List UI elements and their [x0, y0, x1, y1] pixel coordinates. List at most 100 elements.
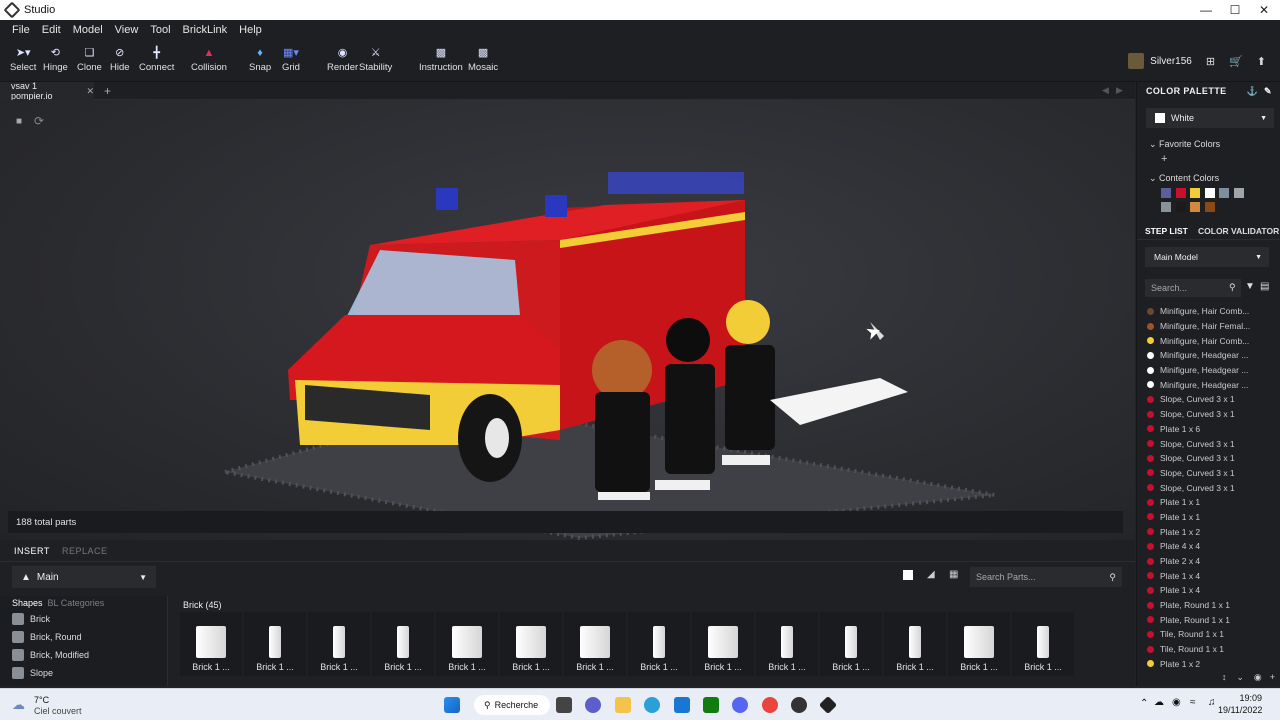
close-button[interactable]: ✕: [1248, 0, 1280, 20]
maximize-button[interactable]: ☐: [1219, 0, 1251, 20]
step-list-item[interactable]: Slope, Curved 3 x 1: [1137, 480, 1280, 495]
step-list-item[interactable]: Plate 1 x 6: [1137, 422, 1280, 437]
favorite-colors-header[interactable]: ⌄ Favorite Colors: [1149, 139, 1220, 150]
model-select[interactable]: Main Model ▼: [1145, 247, 1269, 267]
store-icon[interactable]: [674, 697, 690, 713]
menu-file[interactable]: File: [12, 24, 30, 36]
task-view-icon[interactable]: [556, 697, 572, 713]
brick-tile[interactable]: Brick 1 ...: [948, 612, 1010, 676]
brick-tile[interactable]: Brick 1 ...: [308, 612, 370, 676]
username[interactable]: Silver156: [1150, 56, 1192, 67]
step-list-item[interactable]: Slope, Curved 3 x 1: [1137, 451, 1280, 466]
menu-edit[interactable]: Edit: [42, 24, 61, 36]
category-brick[interactable]: Brick: [0, 610, 167, 628]
cloud-icon[interactable]: ☁: [1154, 697, 1164, 708]
tab-replace[interactable]: REPLACE: [62, 540, 108, 562]
category-brick-modified[interactable]: Brick, Modified: [0, 646, 167, 664]
brick-tile[interactable]: Brick 1 ...: [1012, 612, 1074, 676]
step-list-item[interactable]: Minifigure, Headgear ...: [1137, 348, 1280, 363]
scroll-down-icon[interactable]: ⌄: [1236, 672, 1244, 683]
pin-icon[interactable]: ⚓: [1246, 86, 1258, 97]
mosaic-tool-button[interactable]: ▩ Mosaic: [468, 46, 498, 73]
brick-tile[interactable]: Brick 1 ...: [628, 612, 690, 676]
render-tool-button[interactable]: ◉ Render: [327, 46, 358, 73]
color-swatch[interactable]: [1161, 202, 1171, 212]
color-swatch[interactable]: [1161, 188, 1171, 198]
wifi-icon[interactable]: ≈: [1190, 697, 1196, 708]
brick-tile[interactable]: Brick 1 ...: [564, 612, 626, 676]
step-list-item[interactable]: Tile, Round 1 x 1: [1137, 627, 1280, 642]
instruction-tool-button[interactable]: ▩ Instruction: [419, 46, 463, 73]
menu-model[interactable]: Model: [73, 24, 103, 36]
edit-pencil-icon[interactable]: ✎: [1264, 86, 1272, 97]
filter-icon[interactable]: ▼: [1245, 281, 1255, 292]
color-swatch[interactable]: [1190, 202, 1201, 212]
color-swatch[interactable]: [1175, 202, 1186, 212]
scroll-tabs-left-icon[interactable]: ◀: [1102, 85, 1109, 96]
xbox-icon[interactable]: [703, 697, 719, 713]
add-favorite-icon[interactable]: +: [1161, 153, 1167, 165]
minimize-button[interactable]: —: [1190, 0, 1222, 20]
window-layout-icon[interactable]: ⊞: [1206, 55, 1215, 68]
chrome-icon[interactable]: [762, 697, 778, 713]
weather-temp[interactable]: 7°C: [34, 695, 49, 705]
step-list-item[interactable]: Plate 1 x 1: [1137, 495, 1280, 510]
color-swatch[interactable]: [1233, 188, 1244, 198]
step-list-item[interactable]: Plate 1 x 1: [1137, 510, 1280, 525]
file-explorer-icon[interactable]: [615, 697, 631, 713]
step-list-item[interactable]: Slope, Curved 3 x 1: [1137, 436, 1280, 451]
brick-tile[interactable]: Brick 1 ...: [500, 612, 562, 676]
tab-step-list[interactable]: STEP LIST: [1145, 226, 1188, 236]
menu-tool[interactable]: Tool: [150, 24, 170, 36]
tab-insert[interactable]: INSERT: [14, 540, 50, 562]
brick-tile[interactable]: Brick 1 ...: [692, 612, 754, 676]
clock-date[interactable]: 19/11/2022: [1218, 705, 1262, 715]
snap-tool-button[interactable]: ♦ Snap: [249, 46, 271, 73]
tab-shapes[interactable]: Shapes: [12, 598, 43, 608]
add-tab-icon[interactable]: +: [104, 84, 111, 98]
visibility-icon[interactable]: ◉: [1254, 672, 1262, 683]
stability-tool-button[interactable]: ⚔ Stability: [359, 46, 392, 73]
grid-view-icon[interactable]: ▦: [949, 569, 958, 580]
step-list-item[interactable]: Slope, Curved 3 x 1: [1137, 466, 1280, 481]
obs-icon[interactable]: [791, 697, 807, 713]
windows-start-icon[interactable]: [444, 697, 460, 713]
menu-view[interactable]: View: [115, 24, 139, 36]
brick-tile[interactable]: Brick 1 ...: [244, 612, 306, 676]
parts-search-input[interactable]: Search Parts... ⚲: [970, 567, 1122, 587]
discord-icon[interactable]: [732, 697, 748, 713]
color-select[interactable]: White ▼: [1146, 108, 1274, 128]
collapse-icon[interactable]: ↕: [1222, 672, 1227, 682]
brick-tile[interactable]: Brick 1 ...: [756, 612, 818, 676]
color-swatch[interactable]: [1219, 188, 1230, 198]
taskbar-search[interactable]: ⚲ Recherche: [474, 695, 550, 715]
select-tool-button[interactable]: ➤▾ Select: [10, 46, 36, 73]
avatar[interactable]: [1128, 53, 1145, 69]
step-list-item[interactable]: Plate 4 x 4: [1137, 539, 1280, 554]
brick-tile[interactable]: Brick 1 ...: [820, 612, 882, 676]
step-list-item[interactable]: Plate, Round 1 x 1: [1137, 598, 1280, 613]
chat-icon[interactable]: [585, 697, 601, 713]
color-swatch[interactable]: [1190, 188, 1201, 198]
step-list-item[interactable]: Minifigure, Headgear ...: [1137, 377, 1280, 392]
step-list-item[interactable]: Minifigure, Hair Femal...: [1137, 319, 1280, 334]
tab-color-validator[interactable]: COLOR VALIDATOR: [1198, 226, 1279, 236]
connect-tool-button[interactable]: ╋ Connect: [139, 46, 174, 73]
step-search-input[interactable]: Search...: [1145, 279, 1241, 297]
add-step-icon[interactable]: +: [1270, 672, 1275, 682]
search-icon[interactable]: ⚲: [1229, 282, 1236, 293]
brick-tile[interactable]: Brick 1 ...: [884, 612, 946, 676]
step-list-item[interactable]: Slope, Curved 3 x 1: [1137, 392, 1280, 407]
weather-icon[interactable]: ☁: [12, 697, 25, 713]
color-swatch[interactable]: [1175, 188, 1186, 198]
collision-tool-button[interactable]: ▲ Collision: [191, 46, 227, 73]
3d-viewport[interactable]: ■ ⟳ ➤ 188 total parts: [0, 100, 1135, 540]
step-list-item[interactable]: Plate 1 x 4: [1137, 583, 1280, 598]
step-list-item[interactable]: Minifigure, Hair Comb...: [1137, 333, 1280, 348]
step-list-item[interactable]: Plate 1 x 4: [1137, 568, 1280, 583]
microphone-icon[interactable]: ◉: [1172, 697, 1181, 708]
step-list-item[interactable]: Plate, Round 1 x 1: [1137, 612, 1280, 627]
upload-icon[interactable]: ⬆: [1257, 55, 1266, 68]
hide-tool-button[interactable]: ⊘ Hide: [110, 46, 130, 73]
brick-tile[interactable]: Brick 1 ...: [372, 612, 434, 676]
